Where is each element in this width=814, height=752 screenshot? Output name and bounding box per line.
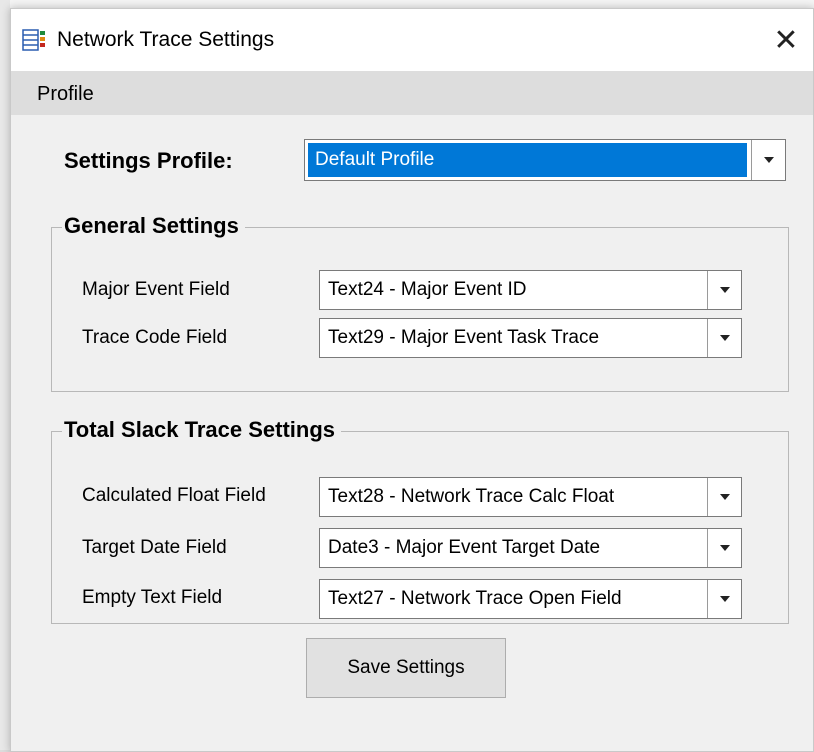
target-date-field-dropdown[interactable]: Date3 - Major Event Target Date: [319, 528, 742, 568]
empty-text-field-value: Text27 - Network Trace Open Field: [328, 588, 622, 609]
chevron-down-icon: [719, 545, 730, 551]
settings-profile-label: Settings Profile:: [64, 148, 233, 173]
major-event-field-dropdown[interactable]: Text24 - Major Event ID: [319, 270, 742, 310]
app-icon: [22, 29, 45, 51]
menu-item-profile[interactable]: Profile: [37, 81, 94, 107]
dropdown-arrow-button[interactable]: [707, 529, 741, 567]
dropdown-arrow-button[interactable]: [707, 580, 741, 618]
title-bar: Network Trace Settings ✕: [11, 9, 813, 71]
calculated-float-field-dropdown[interactable]: Text28 - Network Trace Calc Float: [319, 477, 742, 517]
settings-profile-dropdown[interactable]: Default Profile: [304, 139, 786, 181]
window-title: Network Trace Settings: [57, 28, 275, 51]
settings-profile-value: Default Profile: [315, 149, 435, 170]
total-slack-trace-group: Total Slack Trace Settings Calculated Fl…: [51, 415, 789, 624]
target-date-field-label: Target Date Field: [82, 537, 227, 558]
trace-code-field-dropdown[interactable]: Text29 - Major Event Task Trace: [319, 318, 742, 358]
calculated-float-field-label: Calculated Float Field: [82, 485, 266, 506]
chevron-down-icon: [719, 335, 730, 341]
major-event-field-label: Major Event Field: [82, 279, 230, 300]
calculated-float-field-value: Text28 - Network Trace Calc Float: [328, 486, 615, 507]
trace-code-field-value: Text29 - Major Event Task Trace: [328, 327, 600, 348]
chevron-down-icon: [719, 287, 730, 293]
dropdown-arrow-button[interactable]: [751, 140, 785, 180]
empty-text-field-label: Empty Text Field: [82, 587, 223, 608]
dropdown-arrow-button[interactable]: [707, 271, 741, 309]
major-event-field-value: Text24 - Major Event ID: [328, 279, 527, 300]
total-slack-trace-title: Total Slack Trace Settings: [62, 415, 342, 445]
general-settings-group: General Settings Major Event Field Text2…: [51, 211, 789, 392]
chevron-down-icon: [719, 494, 730, 500]
dropdown-arrow-button[interactable]: [707, 319, 741, 357]
close-icon[interactable]: ✕: [759, 9, 813, 71]
save-settings-button[interactable]: Save Settings: [306, 638, 506, 698]
target-date-field-value: Date3 - Major Event Target Date: [328, 537, 601, 558]
empty-text-field-dropdown[interactable]: Text27 - Network Trace Open Field: [319, 579, 742, 619]
dropdown-arrow-button[interactable]: [707, 478, 741, 516]
general-settings-title: General Settings: [62, 211, 245, 241]
chevron-down-icon: [763, 157, 774, 163]
trace-code-field-label: Trace Code Field: [82, 327, 228, 348]
menu-bar: Profile: [11, 71, 813, 115]
chevron-down-icon: [719, 596, 730, 602]
settings-dialog: Network Trace Settings ✕ Profile Setting…: [10, 8, 814, 752]
